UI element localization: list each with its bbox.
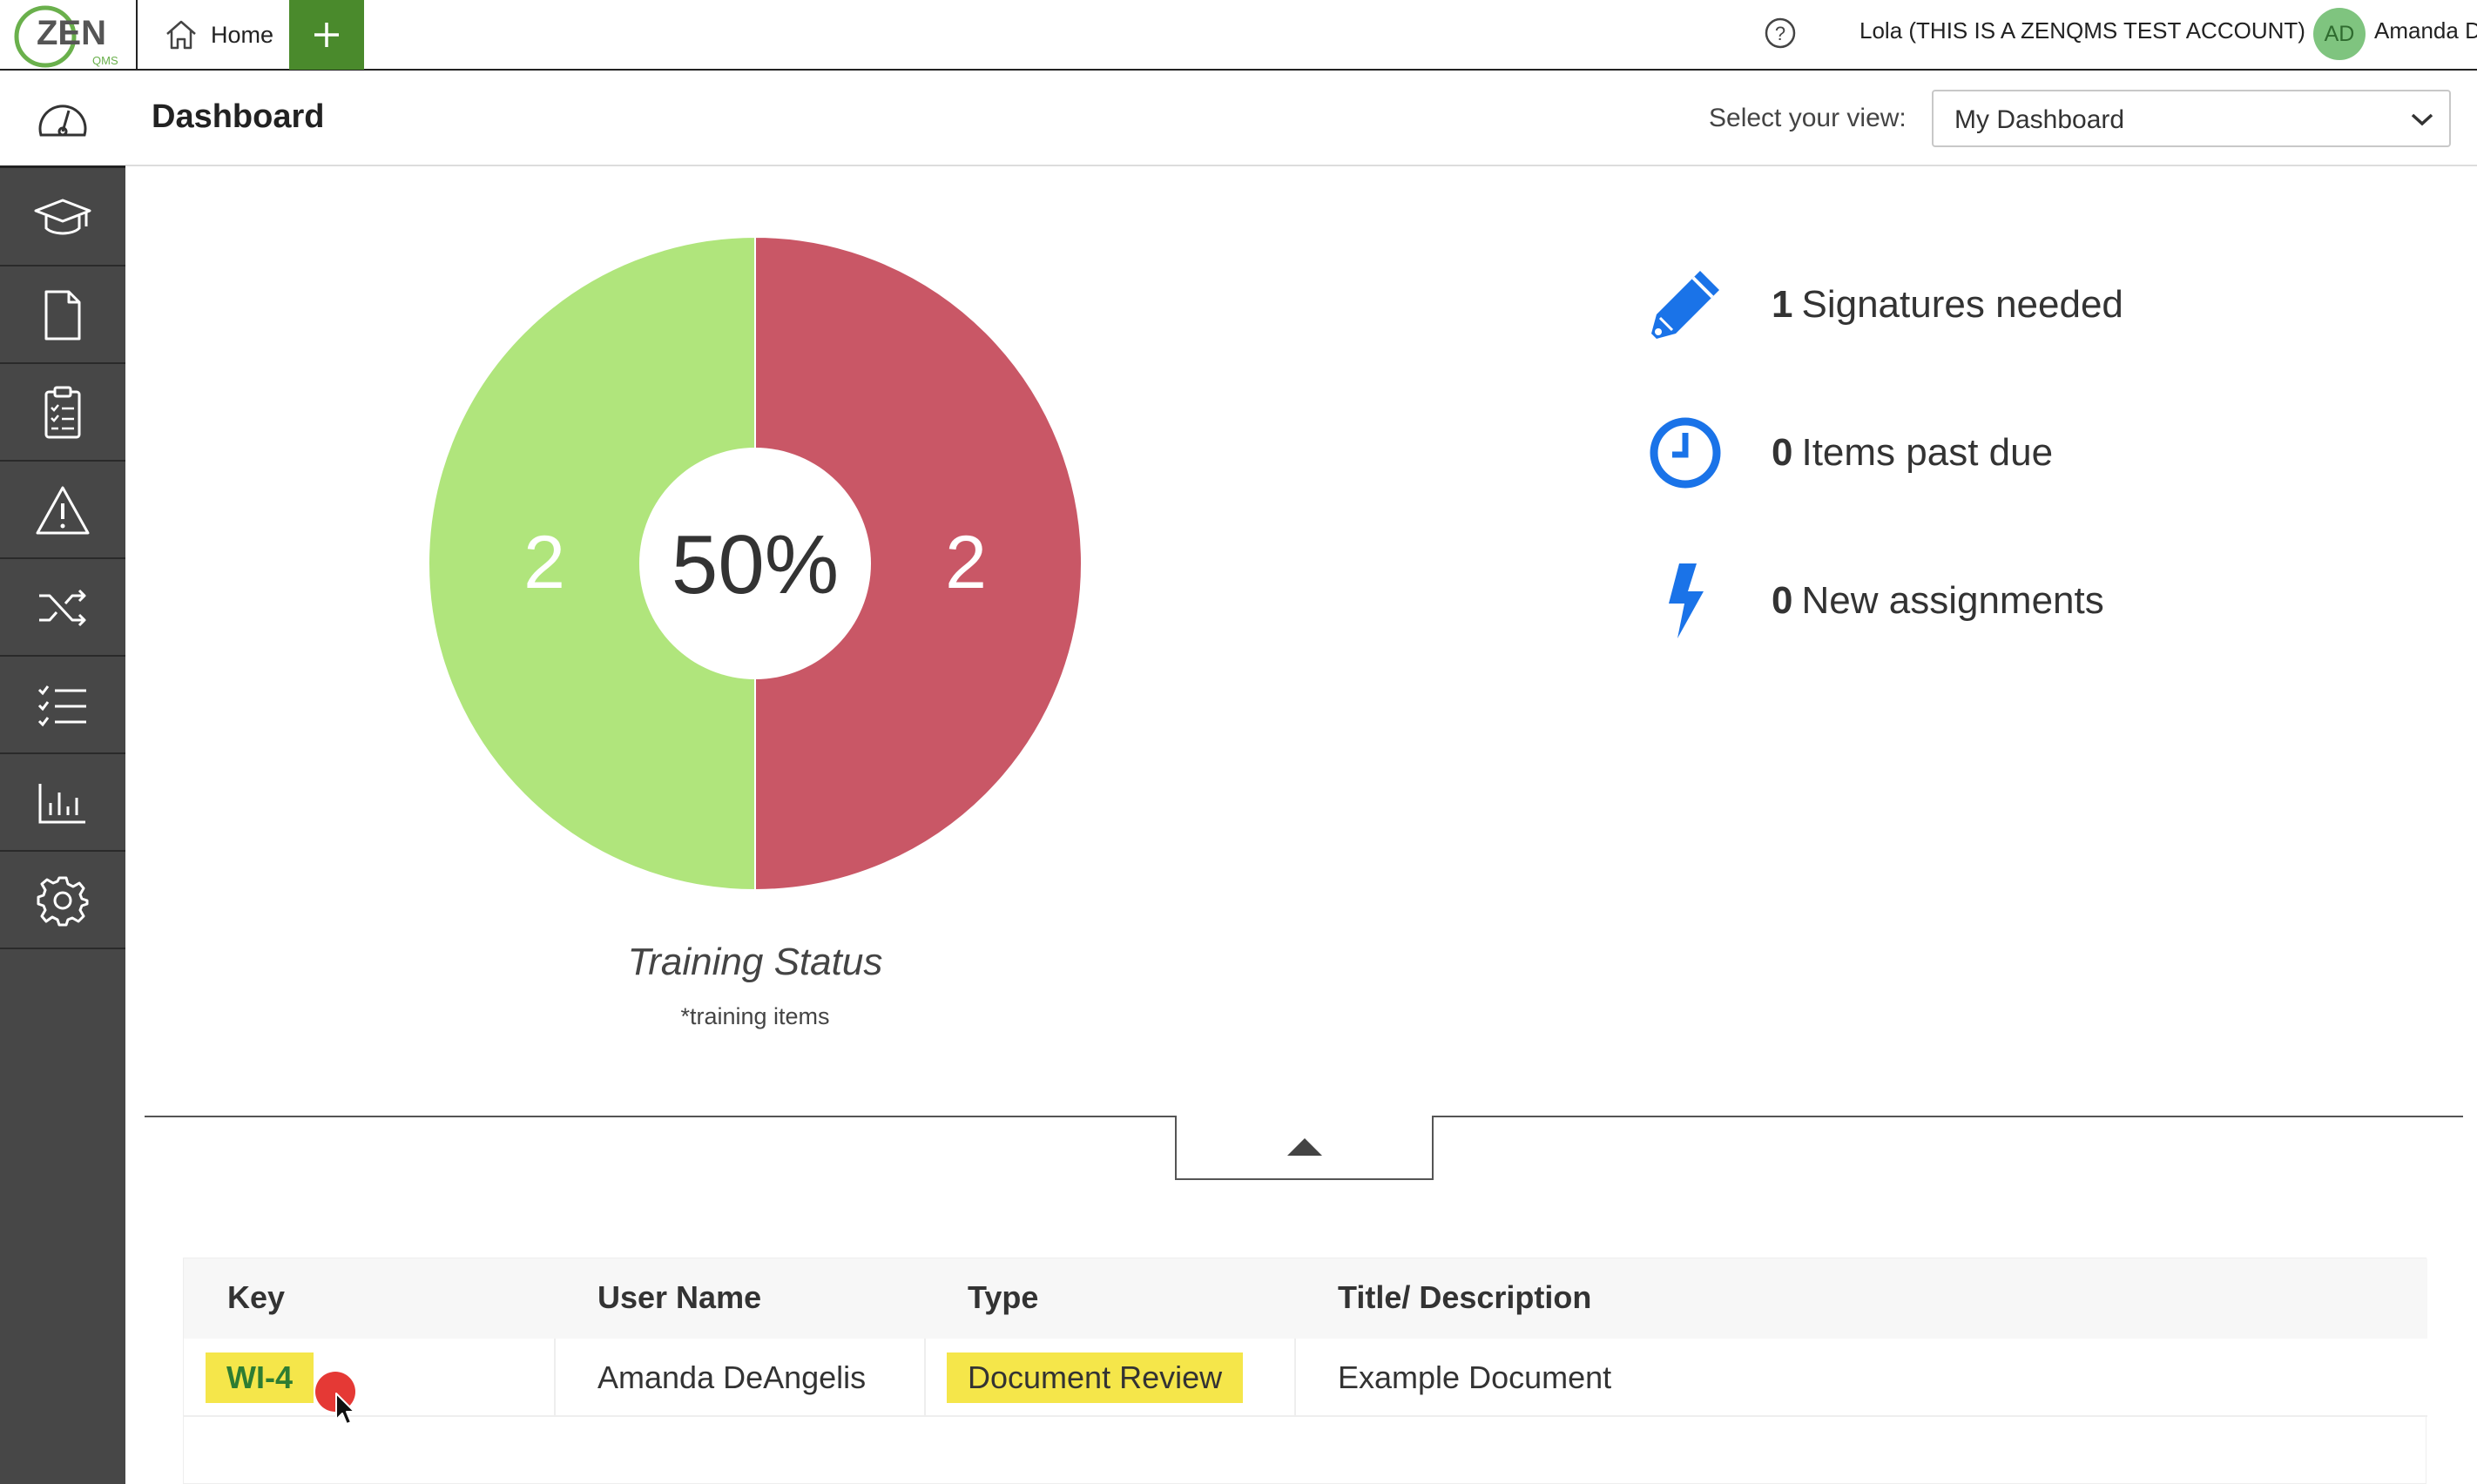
sidebar bbox=[0, 72, 125, 1484]
gear-icon bbox=[37, 876, 89, 927]
help-icon[interactable]: ? bbox=[1763, 16, 1798, 55]
key-link[interactable]: WI-4 bbox=[226, 1359, 293, 1395]
caret-up-icon bbox=[1286, 1138, 1322, 1156]
page-title: Dashboard bbox=[152, 98, 325, 135]
stat-signatures-count: 1 bbox=[1772, 283, 1793, 326]
user-name-cell: Amanda DeAngelis bbox=[597, 1359, 867, 1395]
sidebar-item-settings[interactable] bbox=[0, 853, 125, 949]
type-badge: Document Review bbox=[947, 1352, 1244, 1403]
table-row[interactable]: WI-4 Amanda DeAngelis Document Review Ex… bbox=[184, 1339, 2427, 1417]
stat-new-assignments[interactable]: 0 New assignments bbox=[1646, 557, 2104, 644]
plus-icon bbox=[314, 23, 339, 47]
column-header-user-name[interactable]: User Name bbox=[597, 1279, 761, 1316]
stat-past-due-label: Items past due bbox=[1801, 431, 2054, 474]
sidebar-item-documents[interactable] bbox=[0, 268, 125, 364]
sidebar-item-issues[interactable] bbox=[0, 463, 125, 559]
mouse-cursor-icon bbox=[335, 1393, 355, 1425]
document-icon bbox=[44, 290, 81, 341]
account-selector[interactable]: Lola (THIS IS A ZENQMS TEST ACCOUNT) bbox=[1859, 17, 2305, 44]
chevron-down-icon bbox=[2411, 113, 2433, 126]
view-select-label: Select your view: bbox=[1709, 104, 1907, 132]
view-select[interactable]: My Dashboard bbox=[1932, 90, 2451, 147]
collapse-button[interactable] bbox=[1175, 1116, 1434, 1180]
sidebar-item-change-control[interactable] bbox=[0, 561, 125, 657]
home-tab-label: Home bbox=[211, 21, 274, 48]
pencil-icon bbox=[1646, 266, 1724, 344]
page-header: Dashboard Select your view: My Dashboard bbox=[125, 72, 2477, 166]
stat-signatures-needed[interactable]: 1 Signatures needed bbox=[1646, 261, 2123, 348]
view-select-value: My Dashboard bbox=[1954, 105, 2125, 134]
avatar[interactable]: AD bbox=[2313, 8, 2366, 60]
clipboard-checklist-icon bbox=[44, 386, 81, 439]
training-status-chart: 2 2 50% bbox=[418, 226, 1092, 901]
sidebar-item-training[interactable] bbox=[0, 171, 125, 266]
stat-signatures-label: Signatures needed bbox=[1801, 283, 2123, 326]
table-header: Key User Name Type Title/ Description bbox=[184, 1258, 2427, 1339]
stat-past-due-count: 0 bbox=[1772, 431, 1793, 474]
pie-slice-label: 2 bbox=[945, 521, 987, 604]
pie-slice-label: 2 bbox=[523, 521, 565, 604]
column-header-type[interactable]: Type bbox=[968, 1279, 1038, 1316]
stat-items-past-due[interactable]: 0 Items past due bbox=[1646, 409, 2053, 496]
top-bar: ZEN QMS Home ? Lola (THIS IS A ZENQMS TE… bbox=[0, 0, 2477, 71]
column-header-title[interactable]: Title/ Description bbox=[1338, 1279, 1591, 1316]
home-icon bbox=[166, 20, 196, 50]
column-separator bbox=[554, 1339, 556, 1417]
dashboard-gauge-icon bbox=[38, 104, 87, 136]
sidebar-item-audits[interactable] bbox=[0, 366, 125, 462]
checklist-icon bbox=[37, 685, 86, 727]
sidebar-item-reports[interactable] bbox=[0, 756, 125, 852]
chart-title: Training Status bbox=[627, 941, 883, 983]
lightning-icon bbox=[1646, 562, 1724, 640]
column-header-key[interactable]: Key bbox=[227, 1279, 285, 1316]
assignments-table: Key User Name Type Title/ Description WI… bbox=[183, 1258, 2427, 1484]
shuffle-icon bbox=[39, 589, 86, 627]
warning-triangle-icon bbox=[36, 486, 90, 535]
sidebar-item-dashboard[interactable] bbox=[0, 72, 125, 168]
bar-chart-icon bbox=[38, 784, 85, 824]
chart-subtitle: *training items bbox=[680, 1003, 830, 1029]
key-cell: WI-4 bbox=[206, 1339, 314, 1417]
logo-subtext: QMS bbox=[92, 54, 118, 67]
logo-text: ZEN bbox=[37, 14, 106, 52]
title-cell: Example Document bbox=[1338, 1359, 1612, 1395]
zenqms-logo[interactable]: ZEN QMS bbox=[0, 0, 138, 71]
stat-new-assignments-count: 0 bbox=[1772, 579, 1793, 622]
home-tab[interactable]: Home bbox=[164, 14, 273, 56]
add-button[interactable] bbox=[289, 0, 364, 70]
svg-text:?: ? bbox=[1775, 23, 1785, 44]
stat-new-assignments-label: New assignments bbox=[1801, 579, 2104, 622]
column-separator bbox=[924, 1339, 926, 1417]
column-separator bbox=[1294, 1339, 1296, 1417]
clock-icon bbox=[1646, 414, 1724, 492]
type-cell: Document Review bbox=[947, 1339, 1244, 1417]
graduation-cap-icon bbox=[34, 199, 91, 235]
user-menu[interactable]: Amanda D bbox=[2374, 17, 2477, 44]
sidebar-item-tasks[interactable] bbox=[0, 658, 125, 754]
pie-center-label: 50% bbox=[672, 518, 839, 611]
